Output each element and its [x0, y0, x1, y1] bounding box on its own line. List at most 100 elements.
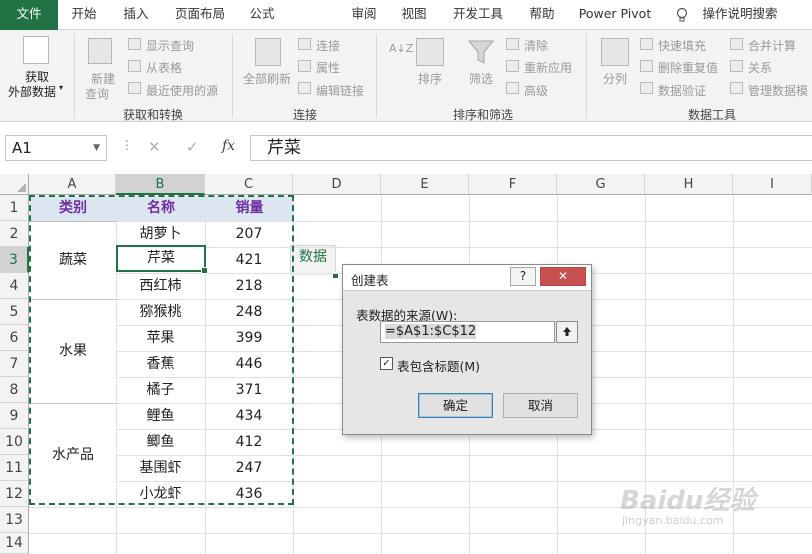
- column-header-b[interactable]: B: [116, 174, 205, 195]
- table-cell-name[interactable]: 基围虾: [116, 455, 205, 481]
- name-box[interactable]: A1 ▼: [5, 135, 107, 161]
- tab-page-layout[interactable]: 页面布局: [168, 0, 232, 30]
- table-cell-sales[interactable]: 421: [205, 247, 293, 273]
- table-cell-sales[interactable]: 446: [205, 351, 293, 377]
- from-table-button[interactable]: 从表格: [146, 59, 182, 76]
- has-headers-label[interactable]: 表包含标题(M): [397, 356, 480, 375]
- filter-button[interactable]: 筛选: [469, 70, 493, 87]
- tab-power-pivot[interactable]: Power Pivot: [574, 0, 656, 30]
- column-header-h[interactable]: H: [645, 174, 733, 195]
- table-header-name[interactable]: 名称: [117, 196, 205, 221]
- tab-developer[interactable]: 开发工具: [446, 0, 510, 30]
- row-header-6[interactable]: 6: [0, 325, 29, 351]
- recent-sources-button[interactable]: 最近使用的源: [146, 82, 218, 99]
- flash-fill-button[interactable]: 快速填充: [658, 37, 706, 54]
- table-cell-sales[interactable]: 247: [205, 455, 293, 481]
- connections-button[interactable]: 连接: [316, 37, 340, 54]
- row-header-9[interactable]: 9: [0, 403, 29, 429]
- range-input[interactable]: =$A$1:$C$12: [380, 321, 555, 343]
- row-header-5[interactable]: 5: [0, 299, 29, 325]
- manage-data-model-button[interactable]: 管理数据模: [748, 82, 808, 99]
- sort-button[interactable]: 排序: [418, 70, 442, 87]
- select-all-corner[interactable]: [0, 174, 29, 195]
- edit-links-button[interactable]: 编辑链接: [316, 82, 364, 99]
- row-header-1[interactable]: 1: [0, 195, 29, 221]
- column-header-c[interactable]: C: [205, 174, 293, 195]
- column-header-f[interactable]: F: [469, 174, 557, 195]
- has-headers-checkbox[interactable]: ✓: [380, 357, 393, 370]
- table-header-sales[interactable]: 销量: [206, 196, 293, 221]
- tab-help[interactable]: 帮助: [520, 0, 564, 30]
- row-header-3[interactable]: 3: [0, 247, 29, 273]
- column-header-a[interactable]: A: [29, 174, 116, 195]
- close-icon[interactable]: ✕: [540, 267, 586, 286]
- column-header-g[interactable]: G: [557, 174, 645, 195]
- table-cell-sales[interactable]: 399: [205, 325, 293, 351]
- row-header-7[interactable]: 7: [0, 351, 29, 377]
- table-cell-name[interactable]: 胡萝卜: [116, 221, 205, 247]
- collapse-dialog-icon[interactable]: [556, 321, 578, 343]
- table-cell-name[interactable]: 香蕉: [116, 351, 205, 377]
- table-cell-name[interactable]: 鲤鱼: [116, 403, 205, 429]
- tab-view[interactable]: 视图: [392, 0, 436, 30]
- tab-formulas[interactable]: 公式: [240, 0, 284, 30]
- help-icon[interactable]: ?: [510, 267, 536, 286]
- table-cell-sales[interactable]: 412: [205, 429, 293, 455]
- row-header-12[interactable]: 12: [0, 481, 29, 507]
- new-query-label[interactable]: 查询: [85, 85, 109, 102]
- insert-function-icon[interactable]: fx: [222, 138, 235, 154]
- category-cell-vegetables[interactable]: 蔬菜: [30, 221, 116, 299]
- formula-input[interactable]: 芹菜: [250, 135, 812, 161]
- tell-me-search[interactable]: 操作说明搜索: [700, 0, 780, 30]
- refresh-all-button[interactable]: 全部刷新: [243, 70, 291, 87]
- category-cell-seafood[interactable]: 水产品: [30, 403, 116, 507]
- row-header-2[interactable]: 2: [0, 221, 29, 247]
- cancel-icon[interactable]: ✕: [148, 138, 161, 156]
- column-header-i[interactable]: I: [733, 174, 812, 195]
- table-header-category[interactable]: 类别: [30, 196, 116, 221]
- table-cell-sales[interactable]: 434: [205, 403, 293, 429]
- enter-icon[interactable]: ✓: [186, 138, 199, 156]
- chevron-down-icon[interactable]: ▼: [93, 136, 100, 160]
- table-cell-sales[interactable]: 207: [205, 221, 293, 247]
- ok-button[interactable]: 确定: [418, 393, 493, 418]
- reapply-button[interactable]: 重新应用: [524, 59, 572, 76]
- table-cell-name[interactable]: 苹果: [116, 325, 205, 351]
- clear-button[interactable]: 清除: [524, 37, 548, 54]
- column-header-e[interactable]: E: [381, 174, 469, 195]
- row-header-10[interactable]: 10: [0, 429, 29, 455]
- tab-review[interactable]: 审阅: [342, 0, 386, 30]
- table-cell-name[interactable]: 鲫鱼: [116, 429, 205, 455]
- category-cell-fruits[interactable]: 水果: [30, 299, 116, 403]
- show-queries-button[interactable]: 显示查询: [146, 37, 194, 54]
- dialog-title-bar[interactable]: 创建表 ? ✕: [343, 265, 591, 291]
- row-header-8[interactable]: 8: [0, 377, 29, 403]
- active-cell-b3[interactable]: 芹菜: [116, 245, 208, 274]
- tab-insert[interactable]: 插入: [114, 0, 158, 30]
- table-cell-name[interactable]: 猕猴桃: [116, 299, 205, 325]
- cancel-button[interactable]: 取消: [503, 393, 578, 418]
- row-header-11[interactable]: 11: [0, 455, 29, 481]
- data-validation-button[interactable]: 数据验证: [658, 82, 706, 99]
- column-header-d[interactable]: D: [293, 174, 381, 195]
- tab-file[interactable]: 文件: [0, 0, 58, 30]
- table-cell-sales[interactable]: 436: [205, 481, 293, 507]
- text-to-columns-button[interactable]: 分列: [603, 70, 627, 87]
- tab-home[interactable]: 开始: [62, 0, 106, 30]
- advanced-button[interactable]: 高级: [524, 82, 548, 99]
- row-header-14[interactable]: 14: [0, 533, 29, 554]
- table-cell-sales[interactable]: 218: [205, 273, 293, 299]
- sort-az-icon[interactable]: A↓Z: [389, 42, 413, 55]
- remove-duplicates-button[interactable]: 删除重复值: [658, 59, 718, 76]
- relationships-button[interactable]: 关系: [748, 59, 772, 76]
- table-cell-sales[interactable]: 371: [205, 377, 293, 403]
- table-cell-name[interactable]: 小龙虾: [116, 481, 205, 507]
- table-cell-name[interactable]: 橘子: [116, 377, 205, 403]
- table-cell-name[interactable]: 西红柿: [116, 273, 205, 299]
- properties-button[interactable]: 属性: [316, 59, 340, 76]
- table-cell-sales[interactable]: 248: [205, 299, 293, 325]
- row-header-13[interactable]: 13: [0, 507, 29, 533]
- get-external-data-label[interactable]: 外部数据: [8, 83, 56, 100]
- consolidate-button[interactable]: 合并计算: [748, 37, 796, 54]
- row-header-4[interactable]: 4: [0, 273, 29, 299]
